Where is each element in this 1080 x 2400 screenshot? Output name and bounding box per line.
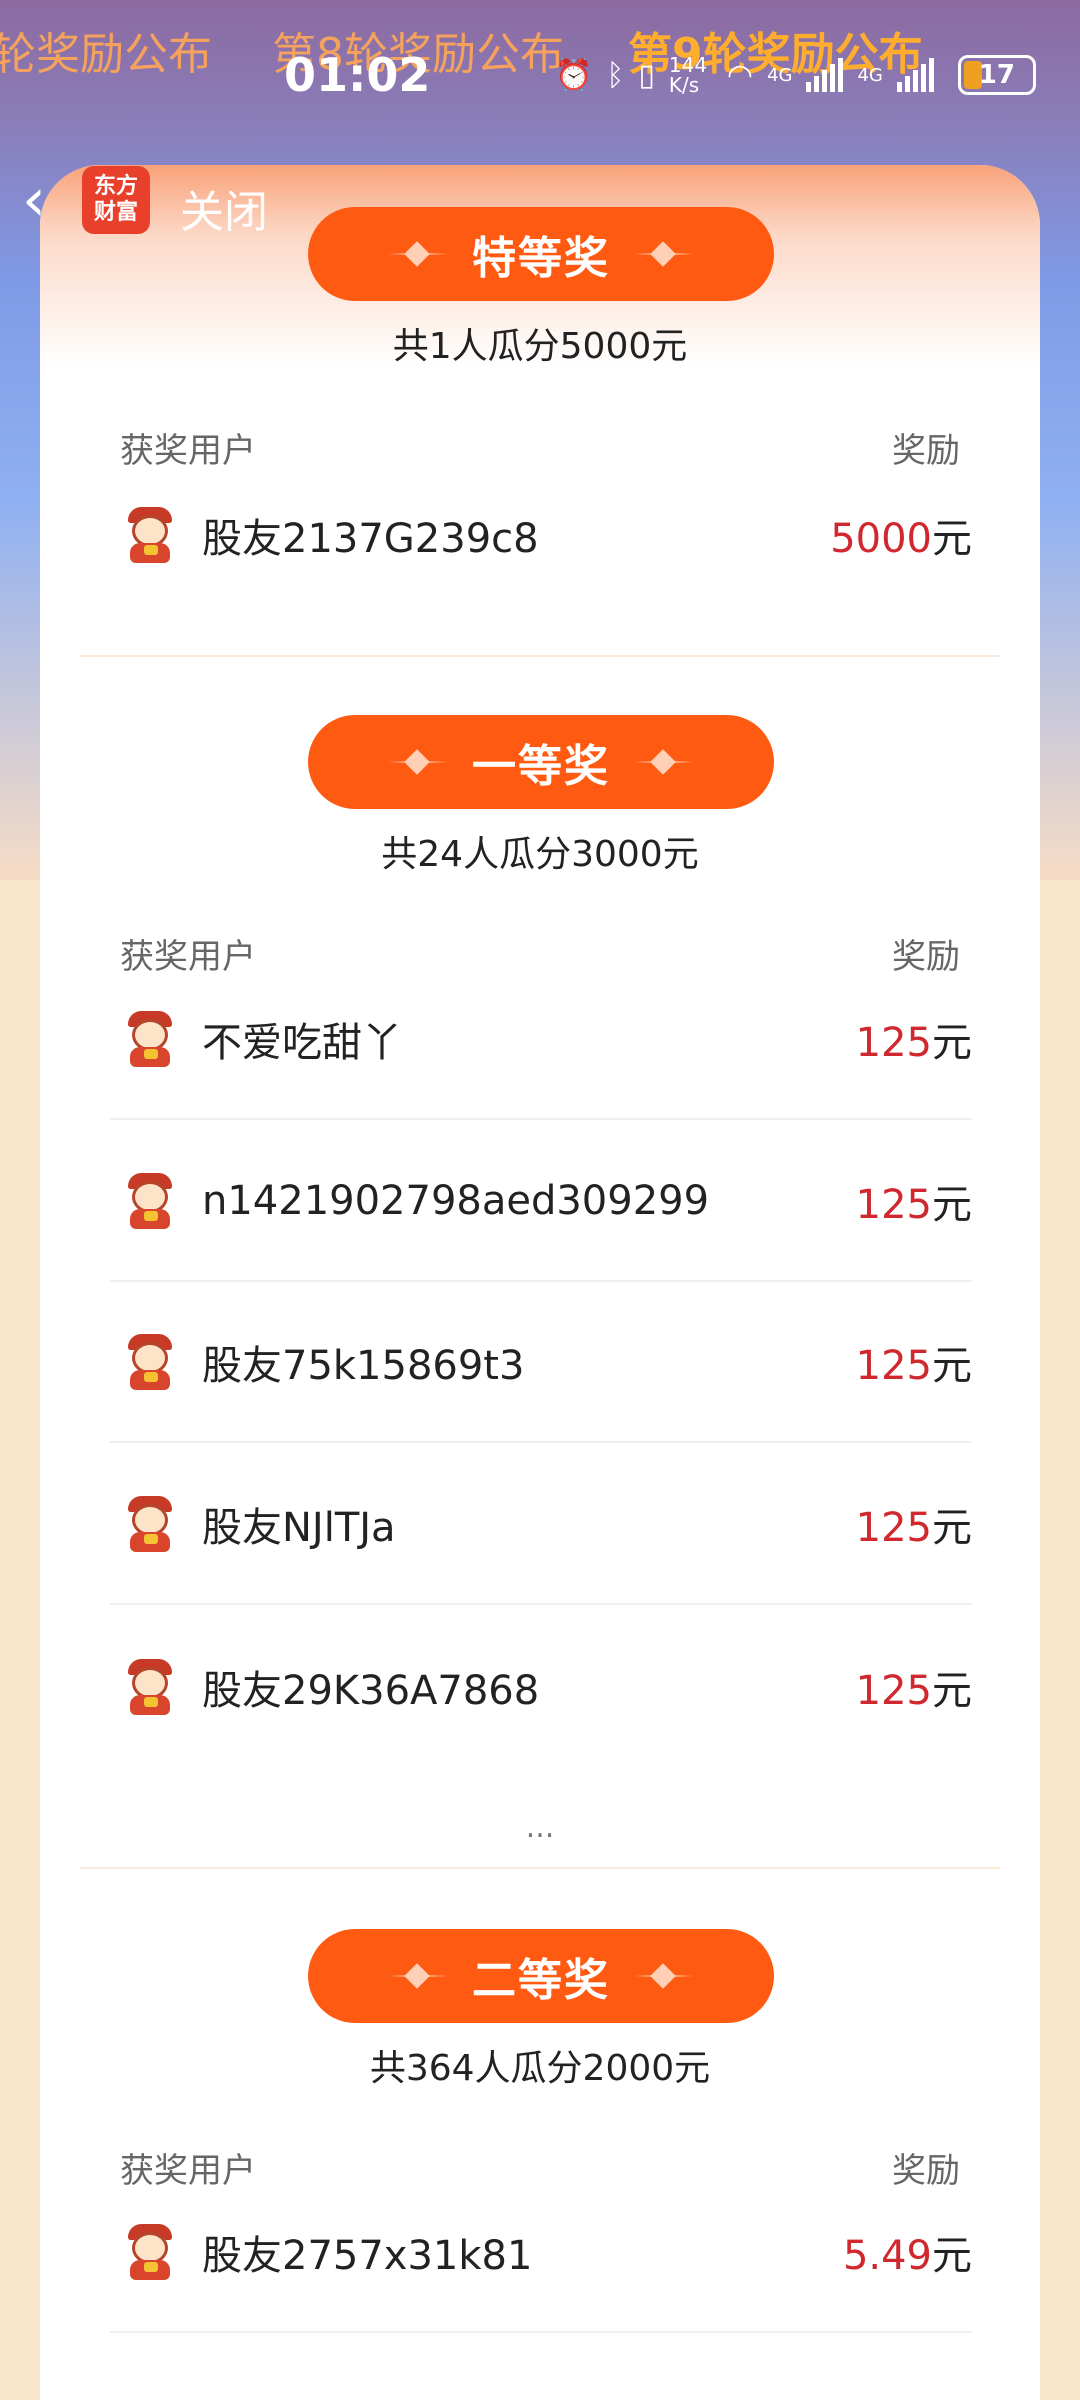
prize-summary: 共364人瓜分2000元 (369, 2048, 711, 2089)
prize-title-pill: 一等奖 (308, 715, 774, 809)
back-chevron-icon[interactable]: ‹ (22, 170, 72, 230)
winner-row: 股友2137G239c8 5000元 (110, 455, 972, 615)
winner-name: 股友75k15869t3 (202, 1343, 525, 1389)
prize-title: 特等奖 (472, 233, 610, 284)
prize-title: 二等奖 (472, 1955, 610, 2006)
diamond-deco-icon (634, 753, 694, 771)
signal-bars-icon (806, 58, 844, 92)
signal-label-2: 4G (857, 64, 883, 86)
signal-label-1: 4G (767, 64, 793, 86)
winner-amount: 5000元 (830, 516, 972, 562)
caishen-avatar-icon (122, 1496, 178, 1552)
winner-name: 股友29K36A7868 (202, 1668, 540, 1714)
alarm-icon: ⏰ (555, 57, 593, 93)
caishen-avatar-icon (122, 1334, 178, 1390)
winner-name: 股友2137G239c8 (202, 516, 539, 562)
winner-name: 股友NJlTJa (202, 1505, 396, 1551)
status-time: 01:02 (284, 48, 431, 102)
prize-card: 特等奖 共1人瓜分5000元 获奖用户 奖励 股友2137G239c8 5000… (40, 165, 1040, 2400)
caishen-avatar-icon (122, 507, 178, 563)
winner-amount: 5.49元 (842, 2233, 972, 2279)
winner-name: 股友2757x31k81 (202, 2233, 533, 2279)
status-icons: ⏰ ᛒ ▯ 144 K/s ◠ 4G 4G 17 (555, 55, 1036, 95)
section-divider (80, 1867, 1000, 1869)
winner-name: n1421902798aed309299 (202, 1178, 710, 1224)
caishen-avatar-icon (122, 2224, 178, 2280)
app-logo-line1: 东方 (93, 174, 138, 199)
wifi-icon: ◠ (726, 57, 754, 93)
winner-name: 不爱吃甜丫 (202, 1020, 402, 1066)
caishen-avatar-icon (122, 1011, 178, 1067)
winner-row: 股友75k15869t3 125元 (110, 1283, 972, 1443)
battery-icon: 17 (957, 55, 1036, 95)
network-speed: 144 K/s (668, 53, 708, 97)
battery-level: 17 (978, 60, 1015, 90)
app-logo: 东方 财富 (82, 166, 150, 234)
caishen-avatar-icon (122, 1659, 178, 1715)
winner-amount: 125元 (855, 1182, 972, 1228)
bluetooth-icon: ᛒ (606, 57, 625, 93)
winner-amount: 125元 (855, 1668, 972, 1714)
diamond-deco-icon (388, 1967, 448, 1985)
app-logo-line2: 财富 (93, 200, 138, 225)
diamond-deco-icon (388, 245, 448, 263)
prize-title-pill: 二等奖 (308, 1929, 774, 2023)
section-divider (80, 655, 1000, 657)
diamond-deco-icon (634, 245, 694, 263)
winner-row: 不爱吃甜丫 125元 (110, 960, 972, 1120)
signal-bars-icon (896, 58, 934, 92)
diamond-deco-icon (634, 1967, 694, 1985)
prize-summary: 共24人瓜分3000元 (381, 834, 699, 875)
close-button[interactable]: 关闭 (180, 176, 268, 240)
winner-row: 股友29K36A7868 125元 (110, 1607, 972, 1767)
winner-amount: 125元 (855, 1505, 972, 1551)
winner-row: n1421902798aed309299 125元 (110, 1122, 972, 1282)
prize-summary: 共1人瓜分5000元 (392, 326, 688, 367)
prize-title: 一等奖 (472, 741, 610, 792)
winner-row: 股友2757x31k81 5.49元 (110, 2173, 972, 2333)
caishen-avatar-icon (122, 1173, 178, 1229)
winner-amount: 125元 (855, 1020, 972, 1066)
vibrate-icon: ▯ (638, 57, 655, 93)
status-bar: 01:02 ⏰ ᛒ ▯ 144 K/s ◠ 4G 4G 17 (0, 0, 1080, 150)
diamond-deco-icon (388, 753, 448, 771)
winner-amount: 125元 (855, 1343, 972, 1389)
prize-title-pill: 特等奖 (308, 207, 774, 301)
more-ellipsis[interactable]: ... (40, 1810, 1040, 1845)
winner-row: 股友NJlTJa 125元 (110, 1445, 972, 1605)
